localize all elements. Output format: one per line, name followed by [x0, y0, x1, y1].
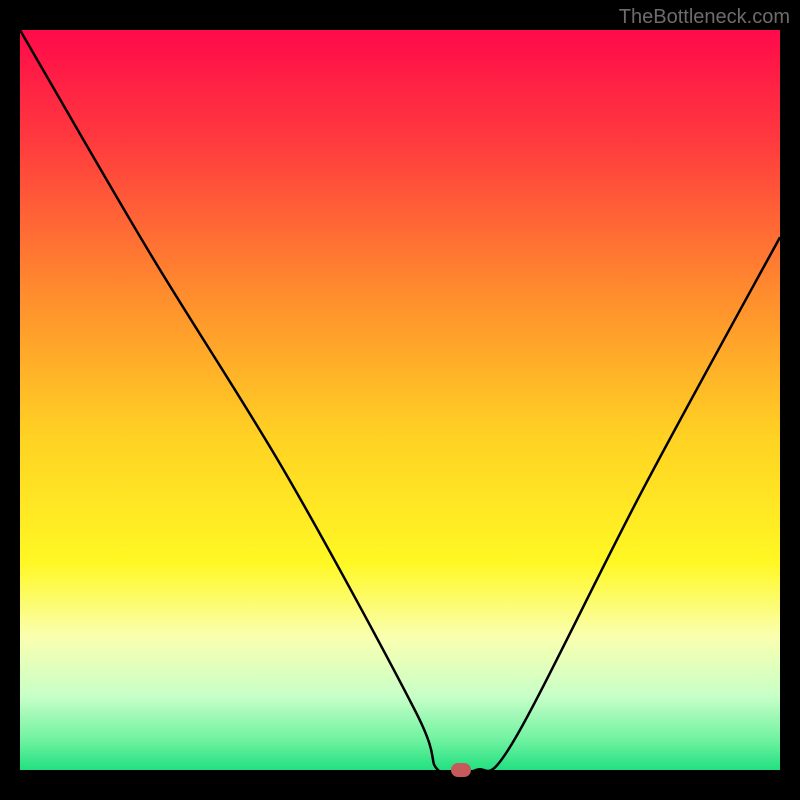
bottleneck-curve [20, 30, 780, 770]
optimal-point-marker [451, 763, 471, 777]
plot-area [20, 30, 780, 770]
watermark-text: TheBottleneck.com [619, 6, 790, 29]
